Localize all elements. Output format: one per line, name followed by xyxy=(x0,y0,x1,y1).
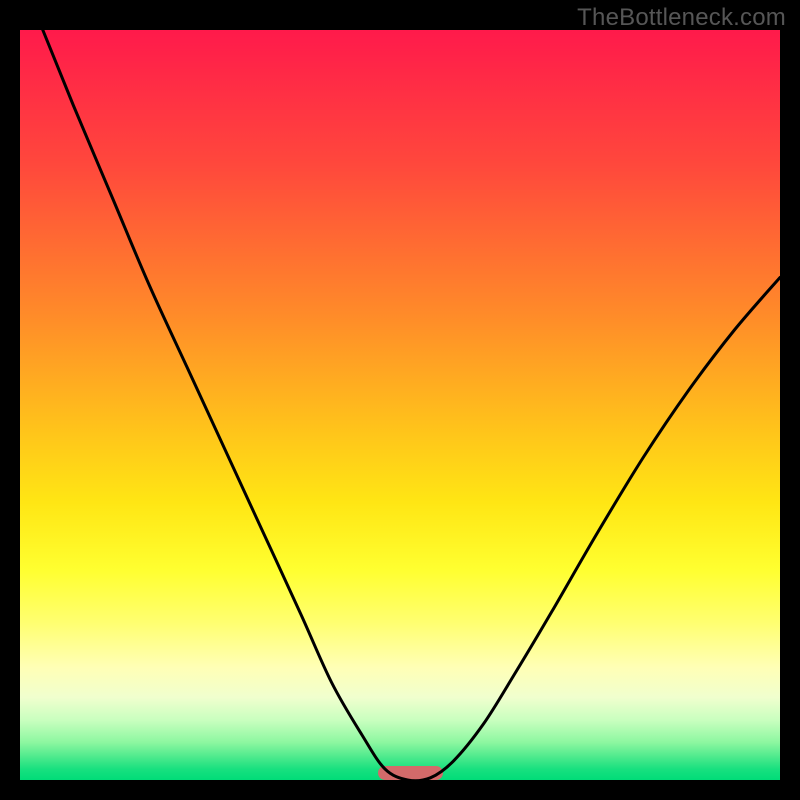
watermark-text: TheBottleneck.com xyxy=(577,4,786,32)
gradient-plot-area xyxy=(20,30,780,780)
bottleneck-curve xyxy=(20,30,780,780)
